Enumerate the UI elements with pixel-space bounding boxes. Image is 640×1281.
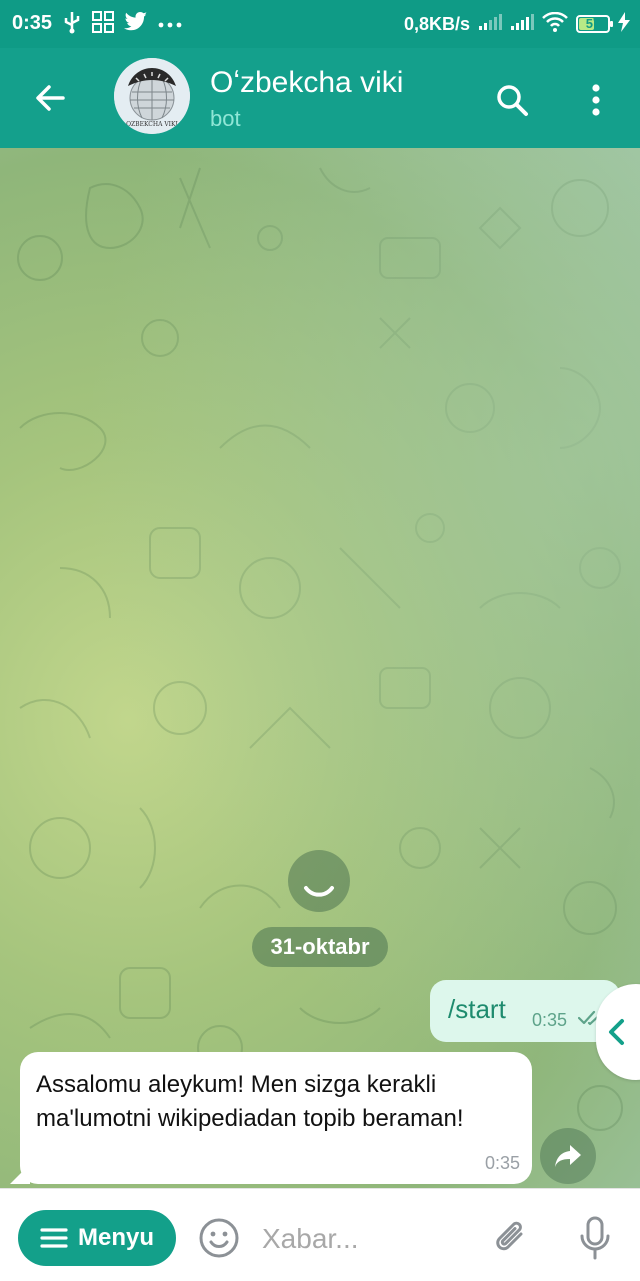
menu-lines-icon bbox=[40, 1228, 68, 1248]
bot-menu-button[interactable]: Menyu bbox=[18, 1210, 176, 1266]
back-button[interactable] bbox=[30, 78, 70, 118]
forward-button[interactable] bbox=[540, 1128, 596, 1184]
attach-button[interactable] bbox=[488, 1215, 534, 1261]
message-text: /start bbox=[448, 994, 506, 1024]
wiki-globe-icon: OZBEKCHA VIKI bbox=[114, 58, 190, 134]
charging-icon bbox=[618, 11, 630, 37]
status-time: 0:35 bbox=[12, 12, 53, 34]
chat-header: OZBEKCHA VIKI Oʻzbekcha viki bot bbox=[0, 48, 640, 148]
battery-level: 57 bbox=[585, 16, 601, 31]
network-speed: 0,8KB/s bbox=[403, 13, 470, 34]
more-options-button[interactable] bbox=[578, 78, 614, 122]
forward-arrow-icon bbox=[555, 1145, 581, 1167]
twitter-icon bbox=[124, 11, 148, 37]
loading-spinner bbox=[288, 850, 350, 912]
status-bar: 0:35 0,8KB/s 57 bbox=[0, 0, 640, 48]
status-left-icons bbox=[62, 10, 182, 38]
usb-icon bbox=[62, 10, 82, 39]
signal-icon bbox=[478, 13, 502, 36]
menu-button-label: Menyu bbox=[77, 1224, 154, 1251]
date-separator: 31-oktabr bbox=[252, 927, 388, 967]
message-input[interactable] bbox=[260, 1215, 474, 1263]
more-vertical-icon bbox=[592, 84, 600, 116]
avatar[interactable]: OZBEKCHA VIKI bbox=[114, 58, 190, 134]
avatar-caption: OZBEKCHA VIKI bbox=[126, 121, 178, 128]
message-incoming[interactable]: Assalomu aleykum! Men sizga kerakli ma'l… bbox=[20, 1052, 532, 1184]
paperclip-icon bbox=[496, 1221, 523, 1251]
signal-icon bbox=[510, 13, 534, 36]
message-input-bar: Menyu bbox=[0, 1188, 640, 1281]
message-outgoing[interactable]: /start 0:35 bbox=[430, 980, 620, 1042]
message-time: 0:35 bbox=[532, 1010, 568, 1030]
chat-title[interactable]: Oʻzbekcha viki bbox=[210, 66, 403, 100]
message-text: Assalomu aleykum! Men sizga kerakli ma'l… bbox=[36, 1071, 464, 1132]
status-right: 0,8KB/s 57 bbox=[404, 10, 630, 38]
voice-record-button[interactable] bbox=[572, 1213, 618, 1263]
microphone-icon bbox=[580, 1216, 610, 1260]
chat-area[interactable]: 31-oktabr /start 0:35 Assalomu aleykum! … bbox=[0, 148, 640, 1188]
chat-subtitle: bot bbox=[210, 106, 241, 131]
back-arrow-icon bbox=[36, 85, 65, 111]
chevron-left-icon bbox=[606, 1018, 626, 1051]
search-icon bbox=[497, 85, 528, 116]
emoji-icon bbox=[199, 1218, 239, 1258]
battery-icon: 57 bbox=[576, 15, 613, 33]
search-button[interactable] bbox=[490, 78, 534, 122]
apps-grid-icon bbox=[92, 10, 114, 38]
emoji-button[interactable] bbox=[196, 1215, 242, 1261]
more-dots-icon bbox=[158, 15, 182, 33]
message-time: 0:35 bbox=[484, 1153, 520, 1173]
wifi-icon bbox=[542, 11, 568, 37]
